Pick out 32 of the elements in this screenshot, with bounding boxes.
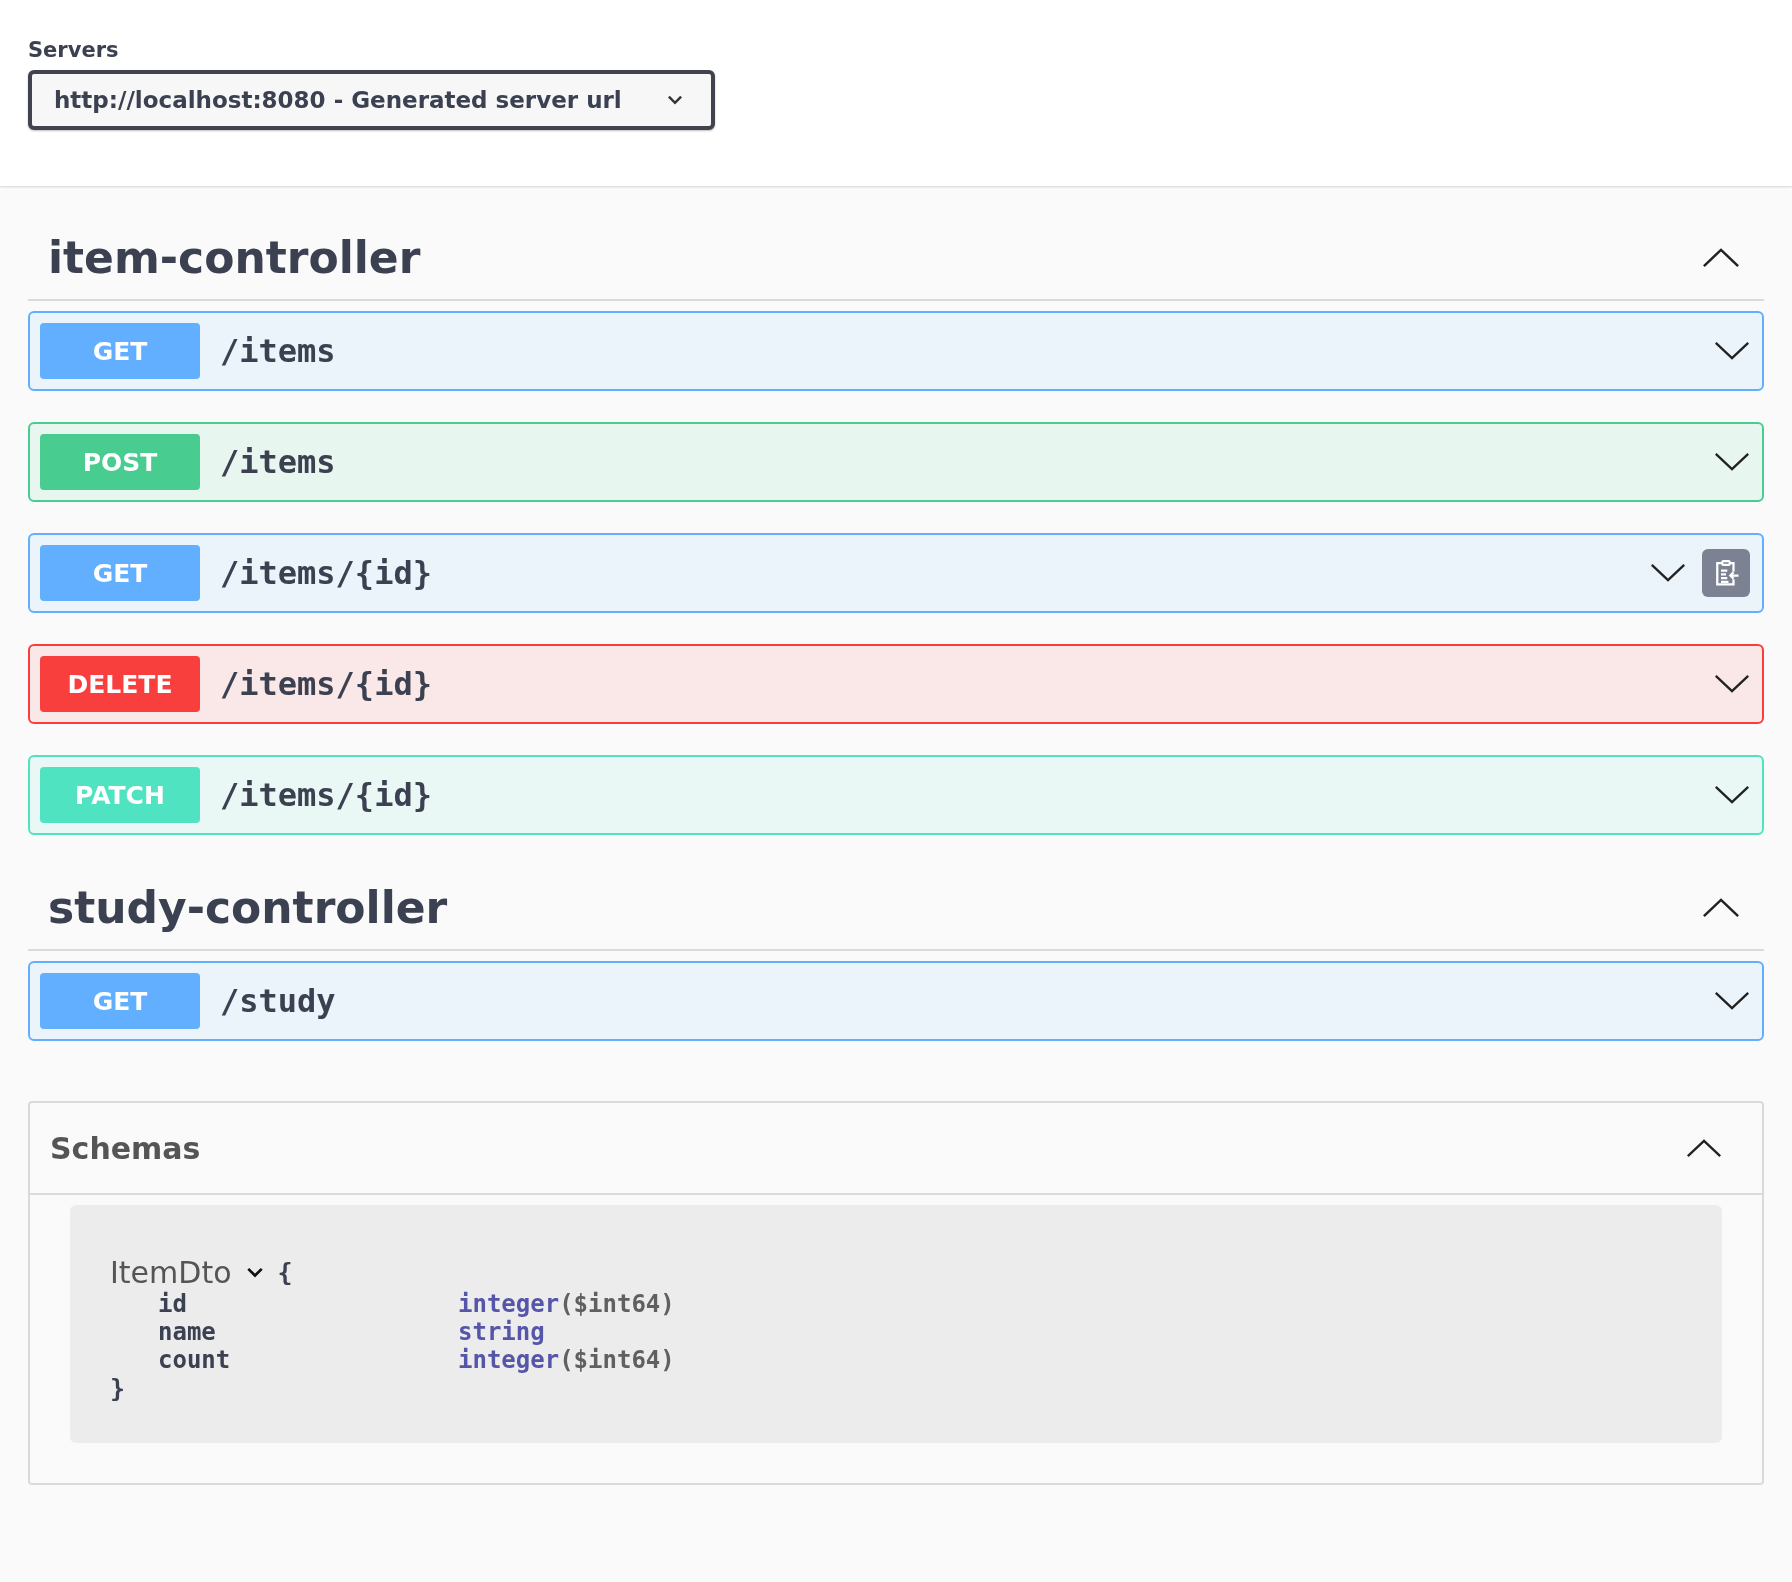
operation-path: /items bbox=[220, 332, 337, 370]
operation-path: /items/{id} bbox=[220, 776, 433, 814]
schemas-title[interactable]: Schemas bbox=[50, 1130, 201, 1166]
servers-label: Servers bbox=[28, 38, 119, 62]
method-badge: POST bbox=[40, 434, 200, 490]
operation-row[interactable]: GET /items/{id} bbox=[28, 533, 1764, 613]
property-name: count bbox=[158, 1346, 232, 1374]
brace: } bbox=[110, 1374, 126, 1403]
operation-row[interactable]: POST /items bbox=[28, 422, 1764, 502]
brace: { bbox=[277, 1258, 293, 1287]
operation-path: /items/{id} bbox=[220, 554, 433, 592]
server-select[interactable]: http://localhost:8080 - Generated server url bbox=[28, 70, 715, 130]
property-type: integer($int64) bbox=[458, 1290, 675, 1318]
property-name: id bbox=[158, 1290, 188, 1318]
property-type: string bbox=[458, 1318, 545, 1346]
tag-title[interactable]: study-controller bbox=[48, 882, 448, 933]
operation-row[interactable]: GET /study bbox=[28, 961, 1764, 1041]
property-type: integer($int64) bbox=[458, 1346, 675, 1374]
operation-row[interactable]: DELETE /items/{id} bbox=[28, 644, 1764, 724]
operation-row[interactable]: GET /items bbox=[28, 311, 1764, 391]
operation-path: /items/{id} bbox=[220, 665, 433, 703]
property-name: name bbox=[158, 1318, 217, 1346]
operation-path: /study bbox=[220, 982, 337, 1020]
operation-path: /items bbox=[220, 443, 337, 481]
method-badge: GET bbox=[40, 973, 200, 1029]
operation-row[interactable]: PATCH /items/{id} bbox=[28, 755, 1764, 835]
tag-title[interactable]: item-controller bbox=[48, 232, 421, 283]
model-name[interactable]: ItemDto bbox=[110, 1255, 232, 1290]
method-badge: GET bbox=[40, 545, 200, 601]
method-badge: PATCH bbox=[40, 767, 200, 823]
method-badge: GET bbox=[40, 323, 200, 379]
method-badge: DELETE bbox=[40, 656, 200, 712]
